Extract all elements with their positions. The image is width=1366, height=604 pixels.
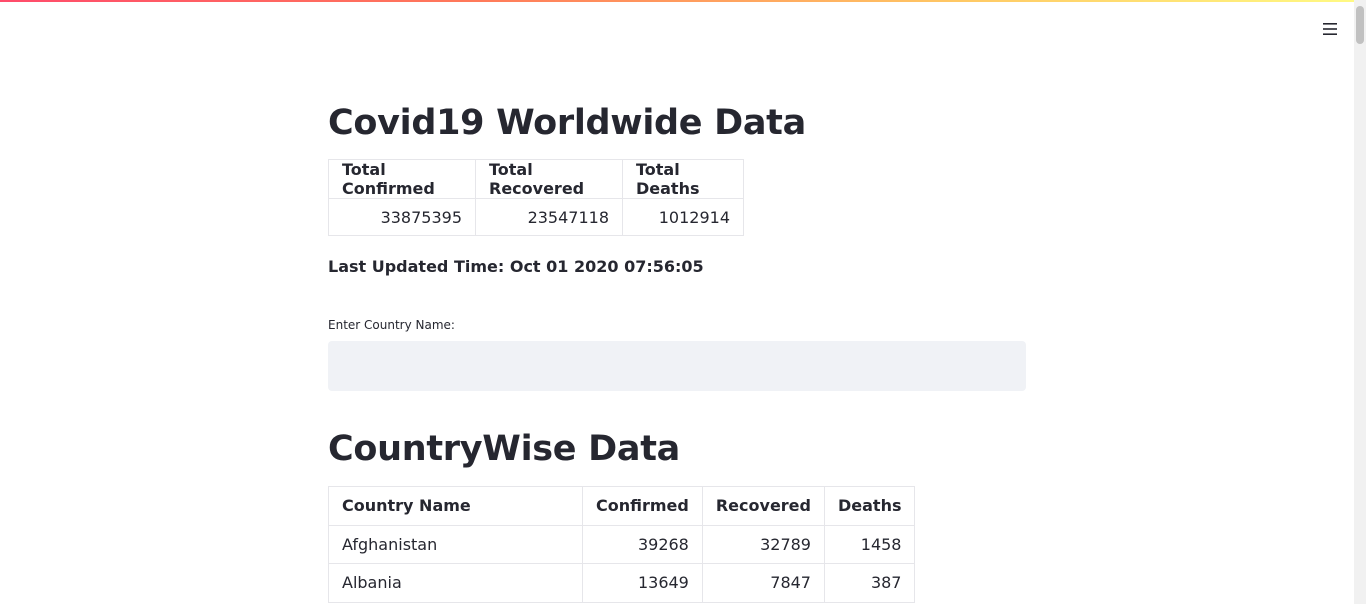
column-header-country-name: Country Name [328, 486, 583, 526]
total-recovered-value: 23547118 [475, 198, 623, 236]
main-menu-button[interactable] [1316, 16, 1344, 42]
table-header-row: Country Name Confirmed Recovered Deaths [328, 486, 916, 526]
hamburger-menu-icon [1323, 23, 1337, 35]
deaths-cell: 387 [823, 563, 916, 603]
country-name-input[interactable] [328, 341, 1026, 391]
last-updated-text: Last Updated Time: Oct 01 2020 07:56:05 [328, 257, 704, 276]
table-header-row: Total Confirmed Total Recovered Total De… [328, 159, 744, 199]
table-row: Afghanistan 39268 32789 1458 [328, 524, 916, 564]
countrywise-title: CountryWise Data [328, 429, 680, 469]
top-decoration-bar [0, 0, 1366, 2]
column-header-total-deaths: Total Deaths [622, 159, 744, 199]
table-row: Albania 13649 7847 387 [328, 563, 916, 603]
column-header-total-recovered: Total Recovered [475, 159, 623, 199]
country-input-label: Enter Country Name: [328, 318, 455, 332]
worldwide-summary-table: Total Confirmed Total Recovered Total De… [328, 159, 744, 236]
deaths-cell: 1458 [823, 524, 916, 564]
scrollbar-thumb[interactable] [1356, 6, 1364, 44]
country-name-cell: Albania [328, 563, 583, 603]
recovered-cell: 7847 [701, 563, 825, 603]
country-name-cell: Afghanistan [328, 524, 583, 564]
column-header-recovered: Recovered [701, 486, 825, 526]
table-row: 33875395 23547118 1012914 [328, 198, 744, 236]
confirmed-cell: 39268 [582, 524, 703, 564]
recovered-cell: 32789 [701, 524, 825, 564]
page-scrollbar[interactable] [1354, 0, 1366, 604]
total-deaths-value: 1012914 [622, 198, 744, 236]
countrywise-table: Country Name Confirmed Recovered Deaths … [328, 486, 916, 603]
column-header-confirmed: Confirmed [582, 486, 703, 526]
confirmed-cell: 13649 [582, 563, 703, 603]
column-header-total-confirmed: Total Confirmed [328, 159, 476, 199]
column-header-deaths: Deaths [823, 486, 916, 526]
total-confirmed-value: 33875395 [328, 198, 476, 236]
worldwide-title: Covid19 Worldwide Data [328, 103, 806, 143]
